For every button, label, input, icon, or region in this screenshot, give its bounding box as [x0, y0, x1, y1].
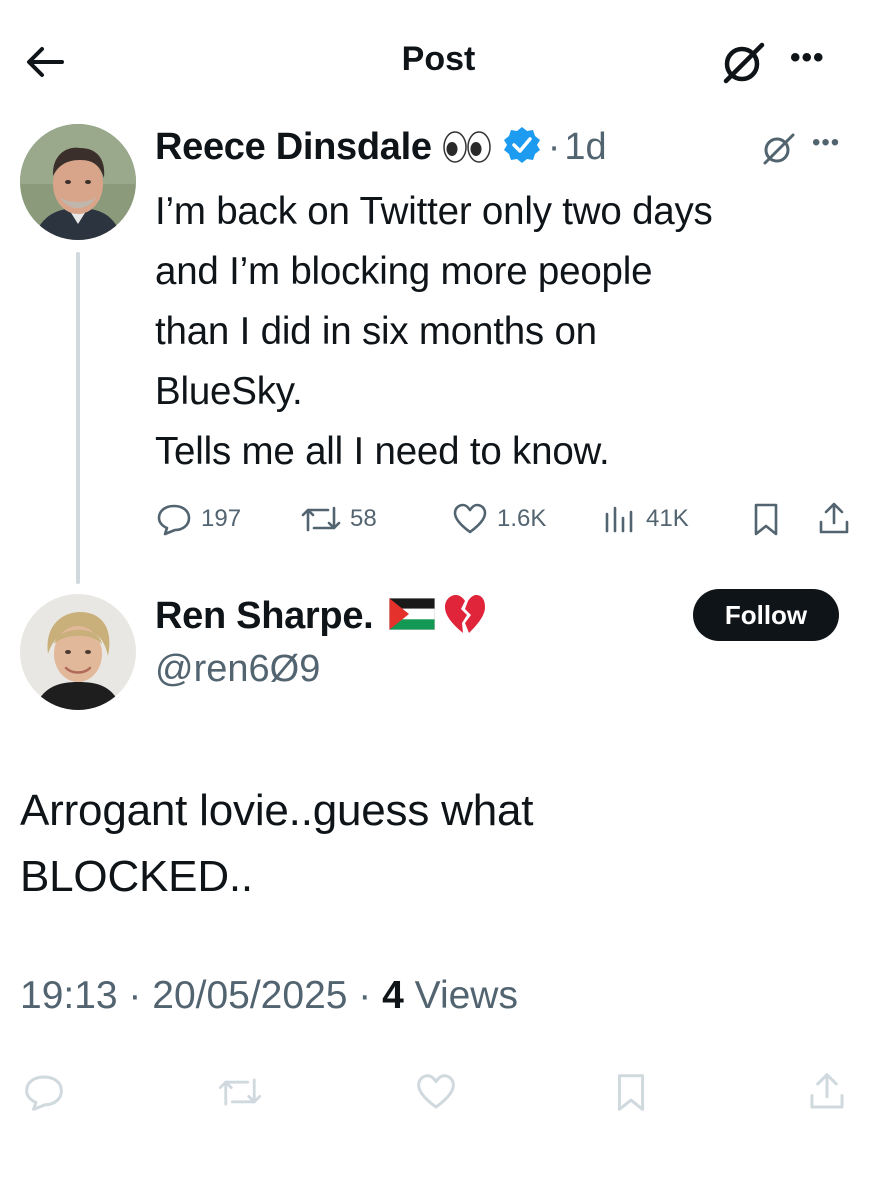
tweet-header: Reece Dinsdale · 1d	[155, 122, 607, 172]
views-icon	[605, 506, 633, 533]
like-icon	[453, 503, 487, 534]
palestine-flag-emoji	[388, 597, 436, 635]
follow-button[interactable]: Follow	[693, 589, 839, 641]
tweet-actions	[0, 1060, 877, 1124]
views-count: 41K	[646, 505, 689, 532]
bookmark-icon	[754, 503, 778, 536]
like-button[interactable]: 1.6K	[451, 494, 546, 544]
views-count: 4	[382, 974, 404, 1017]
share-icon	[810, 1073, 844, 1109]
share-button[interactable]	[815, 494, 853, 544]
eyes-emoji	[442, 130, 492, 164]
bookmark-button[interactable]	[603, 1060, 659, 1124]
reply-button[interactable]	[16, 1060, 72, 1124]
verified-badge-icon[interactable]	[502, 125, 542, 170]
top-bar: Post •••	[0, 0, 877, 120]
bookmark-icon	[617, 1074, 645, 1111]
bookmark-button[interactable]	[747, 494, 785, 544]
share-button[interactable]	[799, 1060, 855, 1124]
tweet-actions: 197 58 1.6K 41K	[155, 494, 855, 544]
grok-icon[interactable]	[718, 37, 768, 87]
grok-icon[interactable]	[758, 128, 798, 168]
views-label: Views	[403, 974, 518, 1017]
more-icon[interactable]: •••	[790, 40, 840, 80]
more-icon[interactable]: •••	[812, 128, 856, 158]
author-name[interactable]: Reece Dinsdale	[155, 126, 432, 169]
like-button[interactable]	[408, 1060, 464, 1124]
tweet-time[interactable]: 1d	[564, 126, 606, 169]
views-button[interactable]: 41K	[600, 494, 689, 544]
tweet-timestamp[interactable]: 19:13 · 20/05/2025 ·	[20, 974, 382, 1017]
broken-heart-emoji	[443, 593, 487, 640]
reply-header: Ren Sharpe.	[155, 590, 487, 642]
repost-count: 58	[350, 505, 377, 532]
user-handle[interactable]: @ren6Ø9	[155, 648, 320, 691]
like-count: 1.6K	[497, 505, 547, 532]
repost-icon	[301, 506, 341, 532]
reply-button[interactable]: 197	[155, 494, 241, 544]
reply-icon	[157, 504, 191, 536]
tweet-metadata: 19:13 · 20/05/2025 · 4 Views	[20, 974, 518, 1018]
avatar[interactable]	[20, 124, 136, 240]
separator: ·	[547, 125, 561, 168]
tweet-text: I’m back on Twitter only two days and I’…	[155, 190, 713, 473]
author-name[interactable]: Ren Sharpe.	[155, 595, 374, 638]
repost-button[interactable]	[212, 1060, 268, 1124]
tweet-text: Arrogant lovie..guess what BLOCKED..	[20, 786, 534, 901]
repost-icon	[218, 1078, 262, 1106]
reply-count: 197	[201, 505, 242, 532]
repost-button[interactable]: 58	[300, 494, 377, 544]
avatar[interactable]	[20, 594, 136, 710]
share-icon	[819, 502, 849, 534]
reply-icon	[25, 1075, 63, 1111]
like-icon	[417, 1074, 455, 1109]
thread-connector	[76, 252, 80, 584]
